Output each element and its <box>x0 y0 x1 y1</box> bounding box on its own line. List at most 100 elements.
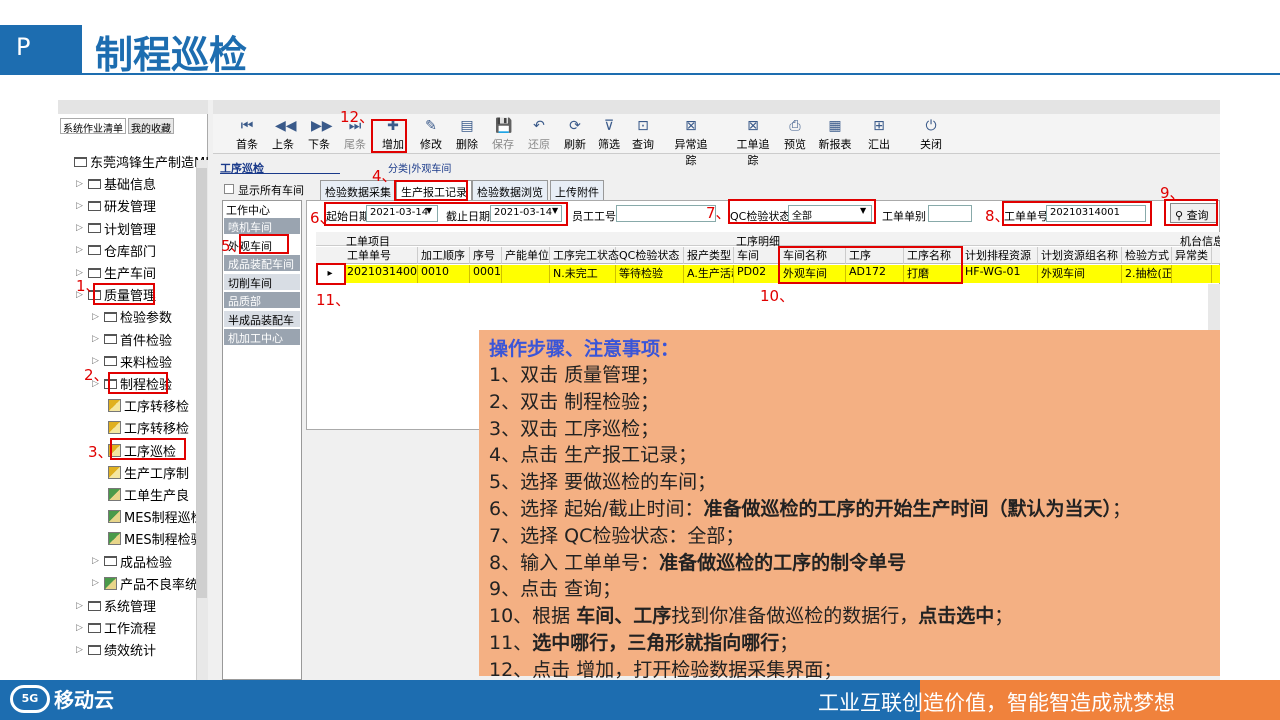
column-header[interactable]: 报产类型 <box>684 247 734 264</box>
toolbar-close-button[interactable]: ⏻ 关闭 <box>912 118 950 152</box>
table-cell[interactable]: 外观车间 <box>1038 265 1122 283</box>
column-header[interactable]: 车间 <box>734 247 780 264</box>
expand-toggle-icon[interactable]: ▷ <box>92 556 104 566</box>
column-header[interactable]: 工序 <box>846 247 904 264</box>
toolbar-first-button[interactable]: ⏮ 首条 <box>228 118 266 152</box>
column-header[interactable]: 检验方式 <box>1122 247 1172 264</box>
toolbar-export-button[interactable]: ⊞ 汇出 <box>860 118 898 152</box>
toolbar-query-button[interactable]: ⊡ 查询 <box>624 118 662 152</box>
toolbar-order-trace-button[interactable]: ⊠ 工单追踪 <box>734 118 772 168</box>
table-cell[interactable]: 外观车间 <box>780 265 846 283</box>
tree-item[interactable]: ▷ 绩效统计 <box>76 640 156 659</box>
tree-item[interactable]: ▷ 成品检验 <box>92 552 172 571</box>
department-item[interactable]: 机加工中心 <box>224 329 300 345</box>
start-date-dropdown-icon[interactable]: ▼ <box>426 206 432 215</box>
tree-item[interactable]: ▷ 仓库部门 <box>76 241 156 260</box>
show-all-checkbox[interactable] <box>224 184 234 194</box>
slide-badge: P <box>0 25 82 73</box>
toolbar-new-report-button[interactable]: ▦ 新报表 <box>816 118 854 152</box>
table-cell[interactable]: N.未完工 <box>550 265 616 283</box>
tree-item[interactable]: MES制程检验 <box>108 529 204 548</box>
column-header[interactable]: QC检验状态 <box>616 247 684 264</box>
tree-item[interactable]: ▷ 首件检验 <box>92 330 172 349</box>
tab-production-report[interactable]: 生产报工记录 <box>396 180 472 200</box>
query-button[interactable]: ⚲ 查询 <box>1170 203 1218 223</box>
tree-item[interactable]: ▷ 产品不良率统 <box>92 574 198 593</box>
table-cell[interactable] <box>502 265 550 283</box>
toolbar-edit-button[interactable]: ✎ 修改 <box>412 118 450 152</box>
expand-toggle-icon[interactable]: ▷ <box>76 223 88 233</box>
expand-toggle-icon[interactable]: ▷ <box>76 201 88 211</box>
end-date-dropdown-icon[interactable]: ▼ <box>552 206 558 215</box>
table-cell[interactable]: 打磨 <box>904 265 962 283</box>
table-cell[interactable]: AD172 <box>846 265 904 283</box>
tree-item[interactable]: 工序转移检 <box>108 396 189 415</box>
tree-item[interactable]: ▷ 计划管理 <box>76 219 156 238</box>
tree-item[interactable]: 工单生产良 <box>108 485 189 504</box>
table-cell[interactable]: 0010 <box>418 265 470 283</box>
expand-toggle-icon[interactable]: ▷ <box>92 334 104 344</box>
department-item[interactable]: 喷机车间 <box>224 218 300 234</box>
column-header[interactable]: 产能单位 <box>502 247 550 264</box>
table-cell[interactable]: A.生产活动 <box>684 265 734 283</box>
expand-toggle-icon[interactable]: ▷ <box>76 245 88 255</box>
department-item[interactable]: 成品装配车间 <box>224 255 300 271</box>
qc-status-dropdown-icon[interactable]: ▼ <box>860 206 866 215</box>
row-selector-triangle-icon[interactable]: ▸ <box>316 265 344 283</box>
toolbar-refresh-button[interactable]: ⟳ 刷新 <box>556 118 594 152</box>
expand-toggle-icon[interactable]: ▷ <box>92 312 104 322</box>
tree-item[interactable]: ▷ 工作流程 <box>76 618 156 637</box>
tab-upload-attachment[interactable]: 上传附件 <box>550 180 604 200</box>
tree-item[interactable]: 工序巡检 <box>108 441 176 460</box>
table-cell[interactable]: 0001 <box>470 265 502 283</box>
column-header[interactable]: 工序名称 <box>904 247 962 264</box>
tree-item[interactable]: MES制程巡检 <box>108 507 204 526</box>
expand-toggle-icon[interactable]: ▷ <box>76 601 88 611</box>
table-cell[interactable]: 20210314001 <box>344 265 418 283</box>
column-header[interactable]: 工序完工状态 <box>550 247 619 264</box>
tree-item[interactable]: 东莞鸿锋生产制造MI <box>62 152 209 171</box>
tree-item[interactable]: 工序转移检 <box>108 418 189 437</box>
order-no-field[interactable]: 20210314001 <box>1046 205 1146 222</box>
toolbar-exception-trace-button[interactable]: ⊠ 异常追踪 <box>672 118 710 168</box>
column-header[interactable]: 加工顺序 <box>418 247 470 264</box>
table-cell[interactable]: PD02 <box>734 265 780 283</box>
toolbar-prev-button[interactable]: ◀◀ 上条 <box>264 118 302 152</box>
column-header[interactable]: 计划资源组名称 <box>1038 247 1122 264</box>
toolbar-preview-button[interactable]: ⎙ 预览 <box>776 118 814 152</box>
table-cell[interactable]: 等待检验 <box>616 265 684 283</box>
column-header[interactable]: 计划排程资源 <box>962 247 1038 264</box>
employee-id-field[interactable] <box>616 205 716 222</box>
tab-system-menu[interactable]: 系统作业清单 <box>60 118 126 135</box>
tree-item[interactable]: 生产工序制 <box>108 463 189 482</box>
department-item[interactable]: 品质部 <box>224 292 300 308</box>
expand-toggle-icon[interactable]: ▷ <box>76 645 88 655</box>
tree-item[interactable]: ▷ 系统管理 <box>76 596 156 615</box>
department-item[interactable]: 切削车间 <box>224 273 300 290</box>
expand-toggle-icon[interactable]: ▷ <box>76 179 88 189</box>
column-header[interactable]: 序号 <box>470 247 502 264</box>
department-item[interactable]: 半成品装配车 <box>224 310 300 327</box>
tab-inspection-browse[interactable]: 检验数据浏览 <box>472 180 548 200</box>
tree-item[interactable]: ▷ 研发管理 <box>76 196 156 215</box>
instructions-panel: 操作步骤、注意事项： 1、双击 质量管理； 2、双击 制程检验； 3、双击 工序巡检… <box>479 330 1220 681</box>
toolbar-save-button[interactable]: 💾 保存 <box>484 118 522 152</box>
table-cell[interactable]: 2.抽检(正常) <box>1122 265 1172 283</box>
toolbar-add-button[interactable]: ✚ 增加 <box>374 118 412 152</box>
table-cell[interactable] <box>1172 265 1212 283</box>
tree-item[interactable]: ▷ 基础信息 <box>76 174 156 193</box>
toolbar-delete-button[interactable]: ▤ 删除 <box>448 118 486 152</box>
column-header[interactable]: 工单单号 <box>344 247 418 264</box>
order-type-field[interactable] <box>928 205 972 222</box>
nav-scrollbar-thumb[interactable] <box>197 168 207 598</box>
table-cell[interactable]: HF-WG-01 <box>962 265 1038 283</box>
expand-toggle-icon[interactable]: ▷ <box>76 623 88 633</box>
expand-toggle-icon[interactable]: ▷ <box>92 578 104 588</box>
tree-item[interactable]: ▷ 检验参数 <box>92 307 172 326</box>
column-header[interactable]: 车间名称 <box>780 247 846 264</box>
column-header[interactable]: 异常类 <box>1172 247 1212 264</box>
toolbar-next-button[interactable]: ▶▶ 下条 <box>300 118 338 152</box>
tab-favorites[interactable]: 我的收藏 <box>128 118 174 135</box>
toolbar-undo-button[interactable]: ↶ 还原 <box>520 118 558 152</box>
toolbar-filter-button[interactable]: ⊽ 筛选 <box>590 118 628 152</box>
